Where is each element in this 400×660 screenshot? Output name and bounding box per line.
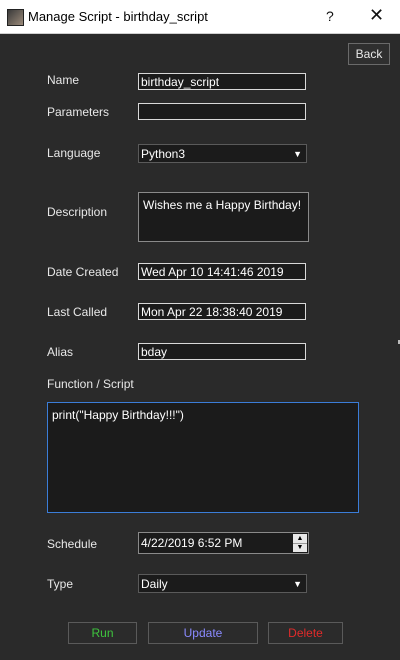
- parameters-label: Parameters: [47, 105, 110, 119]
- run-button[interactable]: Run: [68, 622, 137, 644]
- script-editor[interactable]: print("Happy Birthday!!!"): [47, 402, 359, 513]
- chevron-down-icon: ▼: [293, 579, 302, 589]
- close-button[interactable]: ✕: [369, 5, 384, 26]
- back-button[interactable]: Back: [348, 43, 390, 65]
- delete-button[interactable]: Delete: [268, 622, 343, 644]
- type-label: Type: [47, 577, 74, 591]
- window-title: Manage Script - birthday_script: [28, 9, 208, 24]
- type-value: Daily: [141, 577, 168, 591]
- update-button[interactable]: Update: [148, 622, 258, 644]
- description-field[interactable]: Wishes me a Happy Birthday!: [138, 192, 309, 242]
- type-select[interactable]: Daily ▼: [138, 574, 307, 593]
- date-created-label: Date Created: [47, 265, 119, 279]
- alias-label: Alias: [47, 345, 74, 359]
- language-label: Language: [47, 146, 101, 160]
- chevron-down-icon: ▼: [293, 149, 302, 159]
- language-value: Python3: [141, 147, 186, 161]
- language-select[interactable]: Python3 ▼: [138, 144, 307, 163]
- date-created-field[interactable]: Wed Apr 10 14:41:46 2019: [138, 263, 306, 280]
- last-called-field[interactable]: Mon Apr 22 18:38:40 2019: [138, 303, 306, 320]
- alias-field[interactable]: bday: [138, 343, 306, 360]
- title-bar: Manage Script - birthday_script ? ✕: [0, 0, 400, 34]
- name-field[interactable]: birthday_script: [138, 73, 306, 90]
- schedule-spinner[interactable]: ▲ ▼: [293, 534, 307, 552]
- help-button[interactable]: ?: [326, 8, 334, 24]
- schedule-value: 4/22/2019 6:52 PM: [141, 536, 243, 550]
- last-called-label: Last Called: [47, 305, 108, 319]
- schedule-label: Schedule: [47, 537, 98, 551]
- parameters-field[interactable]: [138, 103, 306, 120]
- description-label: Description: [47, 205, 108, 219]
- name-label: Name: [47, 73, 80, 87]
- app-icon: [7, 9, 24, 26]
- caret-down-icon[interactable]: ▼: [293, 543, 307, 552]
- schedule-datetime-field[interactable]: 4/22/2019 6:52 PM ▲ ▼: [138, 532, 309, 554]
- script-label: Function / Script: [47, 377, 134, 391]
